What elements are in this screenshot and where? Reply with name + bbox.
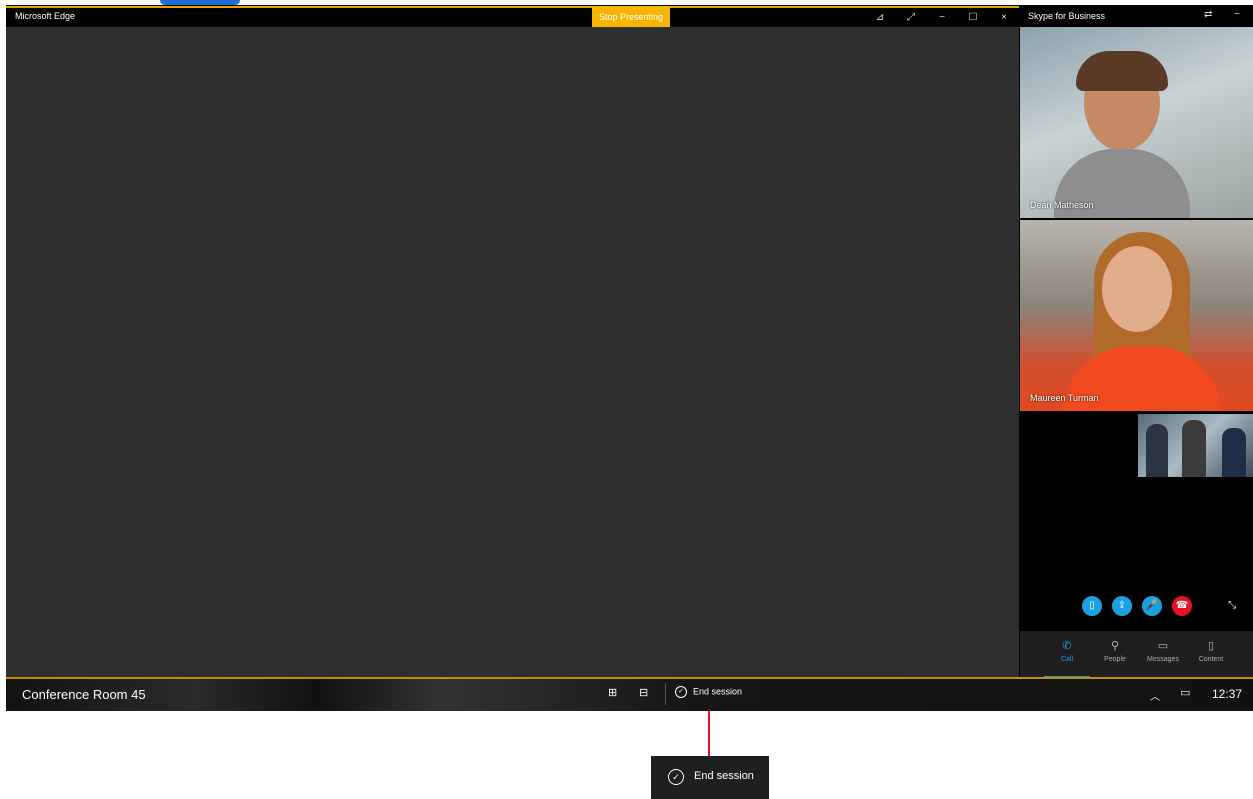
edge-content-area[interactable] (6, 27, 1019, 677)
edge-window-title: Microsoft Edge (15, 11, 76, 21)
participant-video-1[interactable]: Dean Matheson (1020, 27, 1253, 218)
hang-up-button[interactable]: ☎ (1172, 596, 1192, 616)
tab-call[interactable]: ✆ Call (1044, 631, 1090, 678)
swap-icon[interactable]: ⇄ (1204, 9, 1212, 20)
minimize-icon[interactable]: − (930, 8, 954, 27)
tab-people[interactable]: ⚲ People (1092, 631, 1138, 678)
task-view-icon[interactable]: ⊟ (639, 686, 648, 699)
video-button[interactable]: ▯ (1082, 596, 1102, 616)
person-figure (1222, 428, 1246, 477)
end-session-button[interactable]: ✓ End session (675, 686, 742, 698)
room-name: Conference Room 45 (22, 687, 146, 702)
edge-title-bar: Microsoft Edge Stop Presenting ⊿ ⤢ − ☐ × (6, 6, 1019, 27)
popout-icon[interactable]: ⤡ (1228, 600, 1236, 611)
taskbar-divider (665, 683, 666, 705)
check-circle-icon: ✓ (668, 769, 684, 785)
close-icon[interactable]: × (992, 8, 1016, 27)
tab-label: Content (1198, 656, 1224, 663)
chevron-up-icon[interactable]: ︿ (1150, 688, 1160, 703)
participant-name: Maureen Turman (1030, 393, 1099, 403)
skype-minimize-icon[interactable]: − (1234, 9, 1240, 20)
end-session-label: End session (693, 686, 743, 697)
tab-label: Messages (1147, 656, 1179, 663)
clock[interactable]: 12:37 (1212, 687, 1242, 701)
participant-face (1102, 246, 1172, 332)
stop-presenting-button[interactable]: Stop Presenting (592, 6, 670, 27)
participant-hair (1076, 51, 1168, 91)
end-session-callout: ✓ End session (651, 756, 769, 799)
tab-content[interactable]: ▯ Content (1188, 631, 1234, 678)
skype-window-title: Skype for Business (1028, 11, 1106, 21)
person-figure (1182, 420, 1206, 477)
tab-label: People (1104, 656, 1126, 663)
expand-icon[interactable]: ⤢ (899, 8, 923, 27)
tab-messages[interactable]: ▭ Messages (1140, 631, 1186, 678)
self-view-video[interactable] (1138, 414, 1253, 477)
skype-title-bar: Skype for Business ⇄ − (1020, 6, 1253, 27)
person-icon: ⚲ (1110, 640, 1120, 652)
phone-icon: ✆ (1062, 640, 1072, 652)
person-figure (1146, 424, 1168, 477)
participant-name: Dean Matheson (1030, 200, 1094, 210)
document-icon: ▯ (1207, 640, 1215, 652)
participant-video-2[interactable]: Maureen Turman (1020, 220, 1253, 411)
pin-icon[interactable]: ⊿ (868, 8, 892, 27)
check-circle-icon: ✓ (675, 686, 687, 698)
windows-start-icon[interactable]: ⊞ (608, 686, 617, 699)
callout-label: End session (694, 770, 754, 782)
taskbar: Conference Room 45 ⊞ ⊟ ✓ End session ︿ ▭ … (6, 677, 1253, 711)
message-icon: ▭ (1157, 640, 1169, 652)
skype-tab-bar: ✆ Call ⚲ People ▭ Messages ▯ Content (1020, 631, 1253, 678)
mute-button[interactable]: 🎤 (1142, 596, 1162, 616)
maximize-icon[interactable]: ☐ (961, 8, 985, 27)
callout-line (708, 711, 710, 756)
tab-label: Call (1060, 656, 1074, 663)
notifications-icon[interactable]: ▭ (1180, 686, 1190, 699)
share-button[interactable]: ⇪ (1112, 596, 1132, 616)
skype-window: Skype for Business ⇄ − Dean Matheson Mau… (1020, 6, 1253, 678)
